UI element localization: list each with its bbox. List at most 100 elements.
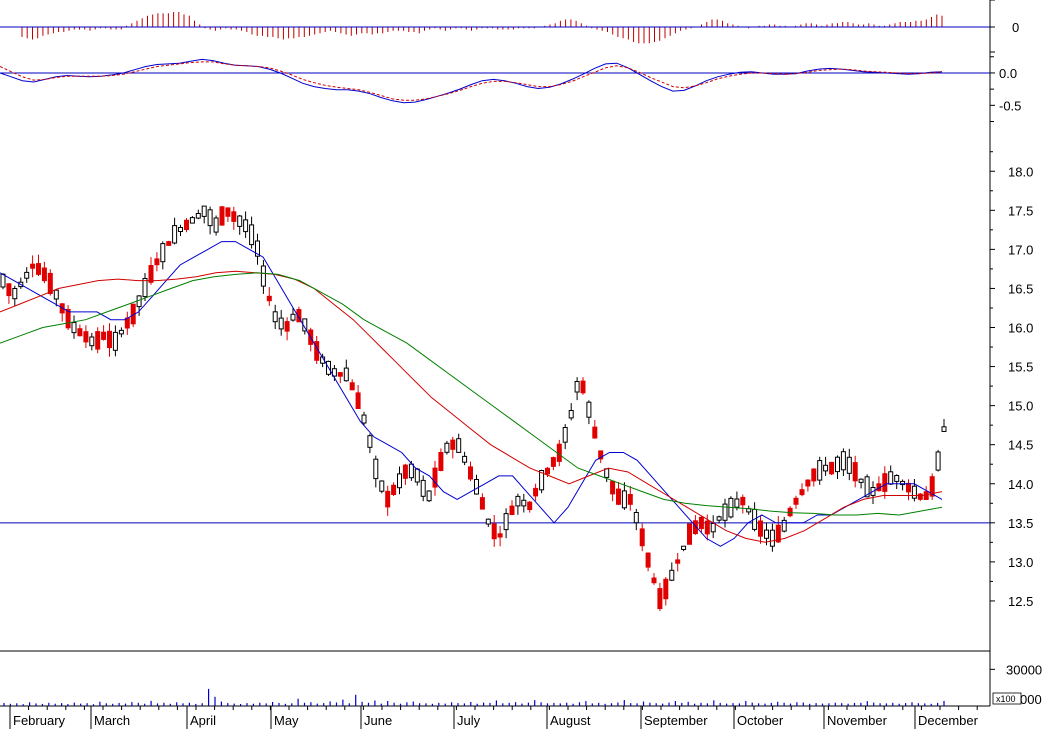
candle-body bbox=[627, 494, 633, 505]
candle-body bbox=[633, 512, 639, 524]
candle-body bbox=[941, 426, 947, 432]
candle-body bbox=[675, 559, 681, 564]
candle-body bbox=[154, 258, 160, 266]
price-tick-label: 13.0 bbox=[1008, 555, 1033, 570]
candle-body bbox=[101, 331, 107, 340]
candle-body bbox=[337, 372, 343, 377]
candle-body bbox=[195, 213, 201, 219]
candle-body bbox=[148, 265, 154, 283]
candle-body bbox=[225, 207, 231, 217]
candle-body bbox=[740, 496, 746, 506]
candle-body bbox=[805, 479, 811, 487]
price-tick-label: 17.5 bbox=[1008, 203, 1033, 218]
candle-body bbox=[178, 227, 183, 232]
candle-body bbox=[12, 288, 18, 300]
candle-body bbox=[515, 495, 521, 507]
candle-body bbox=[704, 520, 710, 535]
axes: 0 0.0 -0.5 18.0 17.5 17.0 16.5 16.0 15.5 15.0 14.5… bbox=[9, 0, 1042, 729]
candle-body bbox=[681, 545, 687, 551]
candle-body bbox=[817, 460, 823, 481]
candle-body bbox=[231, 211, 237, 222]
candle-body bbox=[509, 505, 515, 516]
month-label: October bbox=[737, 713, 784, 728]
candle-body bbox=[462, 455, 468, 463]
candle-body bbox=[36, 263, 41, 275]
candle-body bbox=[266, 295, 272, 302]
candle-body bbox=[408, 463, 414, 479]
month-label: December bbox=[918, 713, 979, 728]
candle-body bbox=[840, 451, 846, 471]
oscillator-panel bbox=[0, 58, 990, 104]
candle-body bbox=[468, 466, 473, 480]
candle-body bbox=[391, 484, 397, 495]
candle-body bbox=[6, 283, 12, 297]
candle-body bbox=[846, 456, 852, 474]
candle-body bbox=[53, 289, 59, 300]
candle-body bbox=[24, 271, 30, 279]
price-tick-label: 13.5 bbox=[1008, 516, 1033, 531]
candle-body bbox=[645, 552, 651, 568]
month-label: August bbox=[550, 713, 591, 728]
candle-body bbox=[385, 490, 391, 508]
candle-body bbox=[184, 219, 189, 231]
candle-body bbox=[89, 336, 95, 347]
candle-body bbox=[669, 569, 675, 581]
candle-body bbox=[243, 219, 249, 233]
volume-unit-tail: 000 bbox=[1020, 692, 1042, 707]
price-panel bbox=[0, 205, 990, 611]
candle-body bbox=[118, 329, 124, 335]
candle-body bbox=[402, 464, 408, 479]
candle-body bbox=[894, 475, 900, 482]
candle-body bbox=[781, 519, 787, 532]
candle-body bbox=[260, 265, 266, 287]
candle-body bbox=[503, 513, 509, 531]
price-tick-label: 18.0 bbox=[1008, 164, 1033, 179]
candle-body bbox=[237, 215, 243, 227]
candle-body bbox=[290, 313, 296, 321]
candle-body bbox=[361, 414, 367, 424]
candle-body bbox=[687, 523, 692, 545]
candle-body bbox=[444, 442, 450, 453]
candle-body bbox=[580, 380, 586, 394]
candle-body bbox=[698, 516, 704, 530]
histogram-tick-label: 0 bbox=[1012, 20, 1019, 35]
candle-body bbox=[568, 410, 574, 419]
candle-body bbox=[545, 467, 550, 475]
candle-body bbox=[799, 489, 805, 496]
price-tick-label: 15.5 bbox=[1008, 360, 1033, 375]
month-label: July bbox=[457, 713, 481, 728]
candle-body bbox=[30, 263, 36, 269]
histogram-panel bbox=[0, 12, 990, 44]
candle-body bbox=[592, 426, 598, 439]
candle-body bbox=[219, 206, 225, 226]
candle-body bbox=[485, 518, 491, 525]
candle-body bbox=[450, 439, 456, 450]
stock-chart: 0 0.0 -0.5 18.0 17.5 17.0 16.5 16.0 15.5 15.0 14.5… bbox=[0, 0, 1042, 729]
candle-body bbox=[426, 490, 432, 502]
moving-average-short bbox=[0, 241, 943, 547]
panel-frames bbox=[0, 0, 991, 707]
candle-body bbox=[207, 209, 213, 227]
candle-body bbox=[710, 523, 716, 533]
volume-panel bbox=[3, 688, 945, 706]
candle-body bbox=[497, 533, 503, 538]
price-tick-label: 15.0 bbox=[1008, 399, 1033, 414]
candle-body bbox=[420, 479, 426, 497]
candle-body bbox=[906, 482, 911, 493]
candle-body bbox=[764, 529, 769, 539]
candle-body bbox=[166, 241, 172, 246]
candle-body bbox=[272, 311, 278, 323]
volume-unit-label: x100 bbox=[996, 694, 1016, 704]
candle-body bbox=[284, 321, 290, 332]
candle-body bbox=[835, 456, 840, 473]
candle-body bbox=[858, 478, 864, 483]
candle-body bbox=[474, 479, 479, 495]
candle-body bbox=[734, 498, 740, 508]
candle-body bbox=[882, 473, 888, 492]
candle-body bbox=[923, 491, 929, 501]
candle-body bbox=[829, 461, 835, 475]
candle-body bbox=[213, 217, 219, 233]
oscillator-tick-label: -0.5 bbox=[999, 98, 1021, 113]
price-tick-label: 14.0 bbox=[1008, 477, 1033, 492]
candle-body bbox=[663, 578, 669, 600]
